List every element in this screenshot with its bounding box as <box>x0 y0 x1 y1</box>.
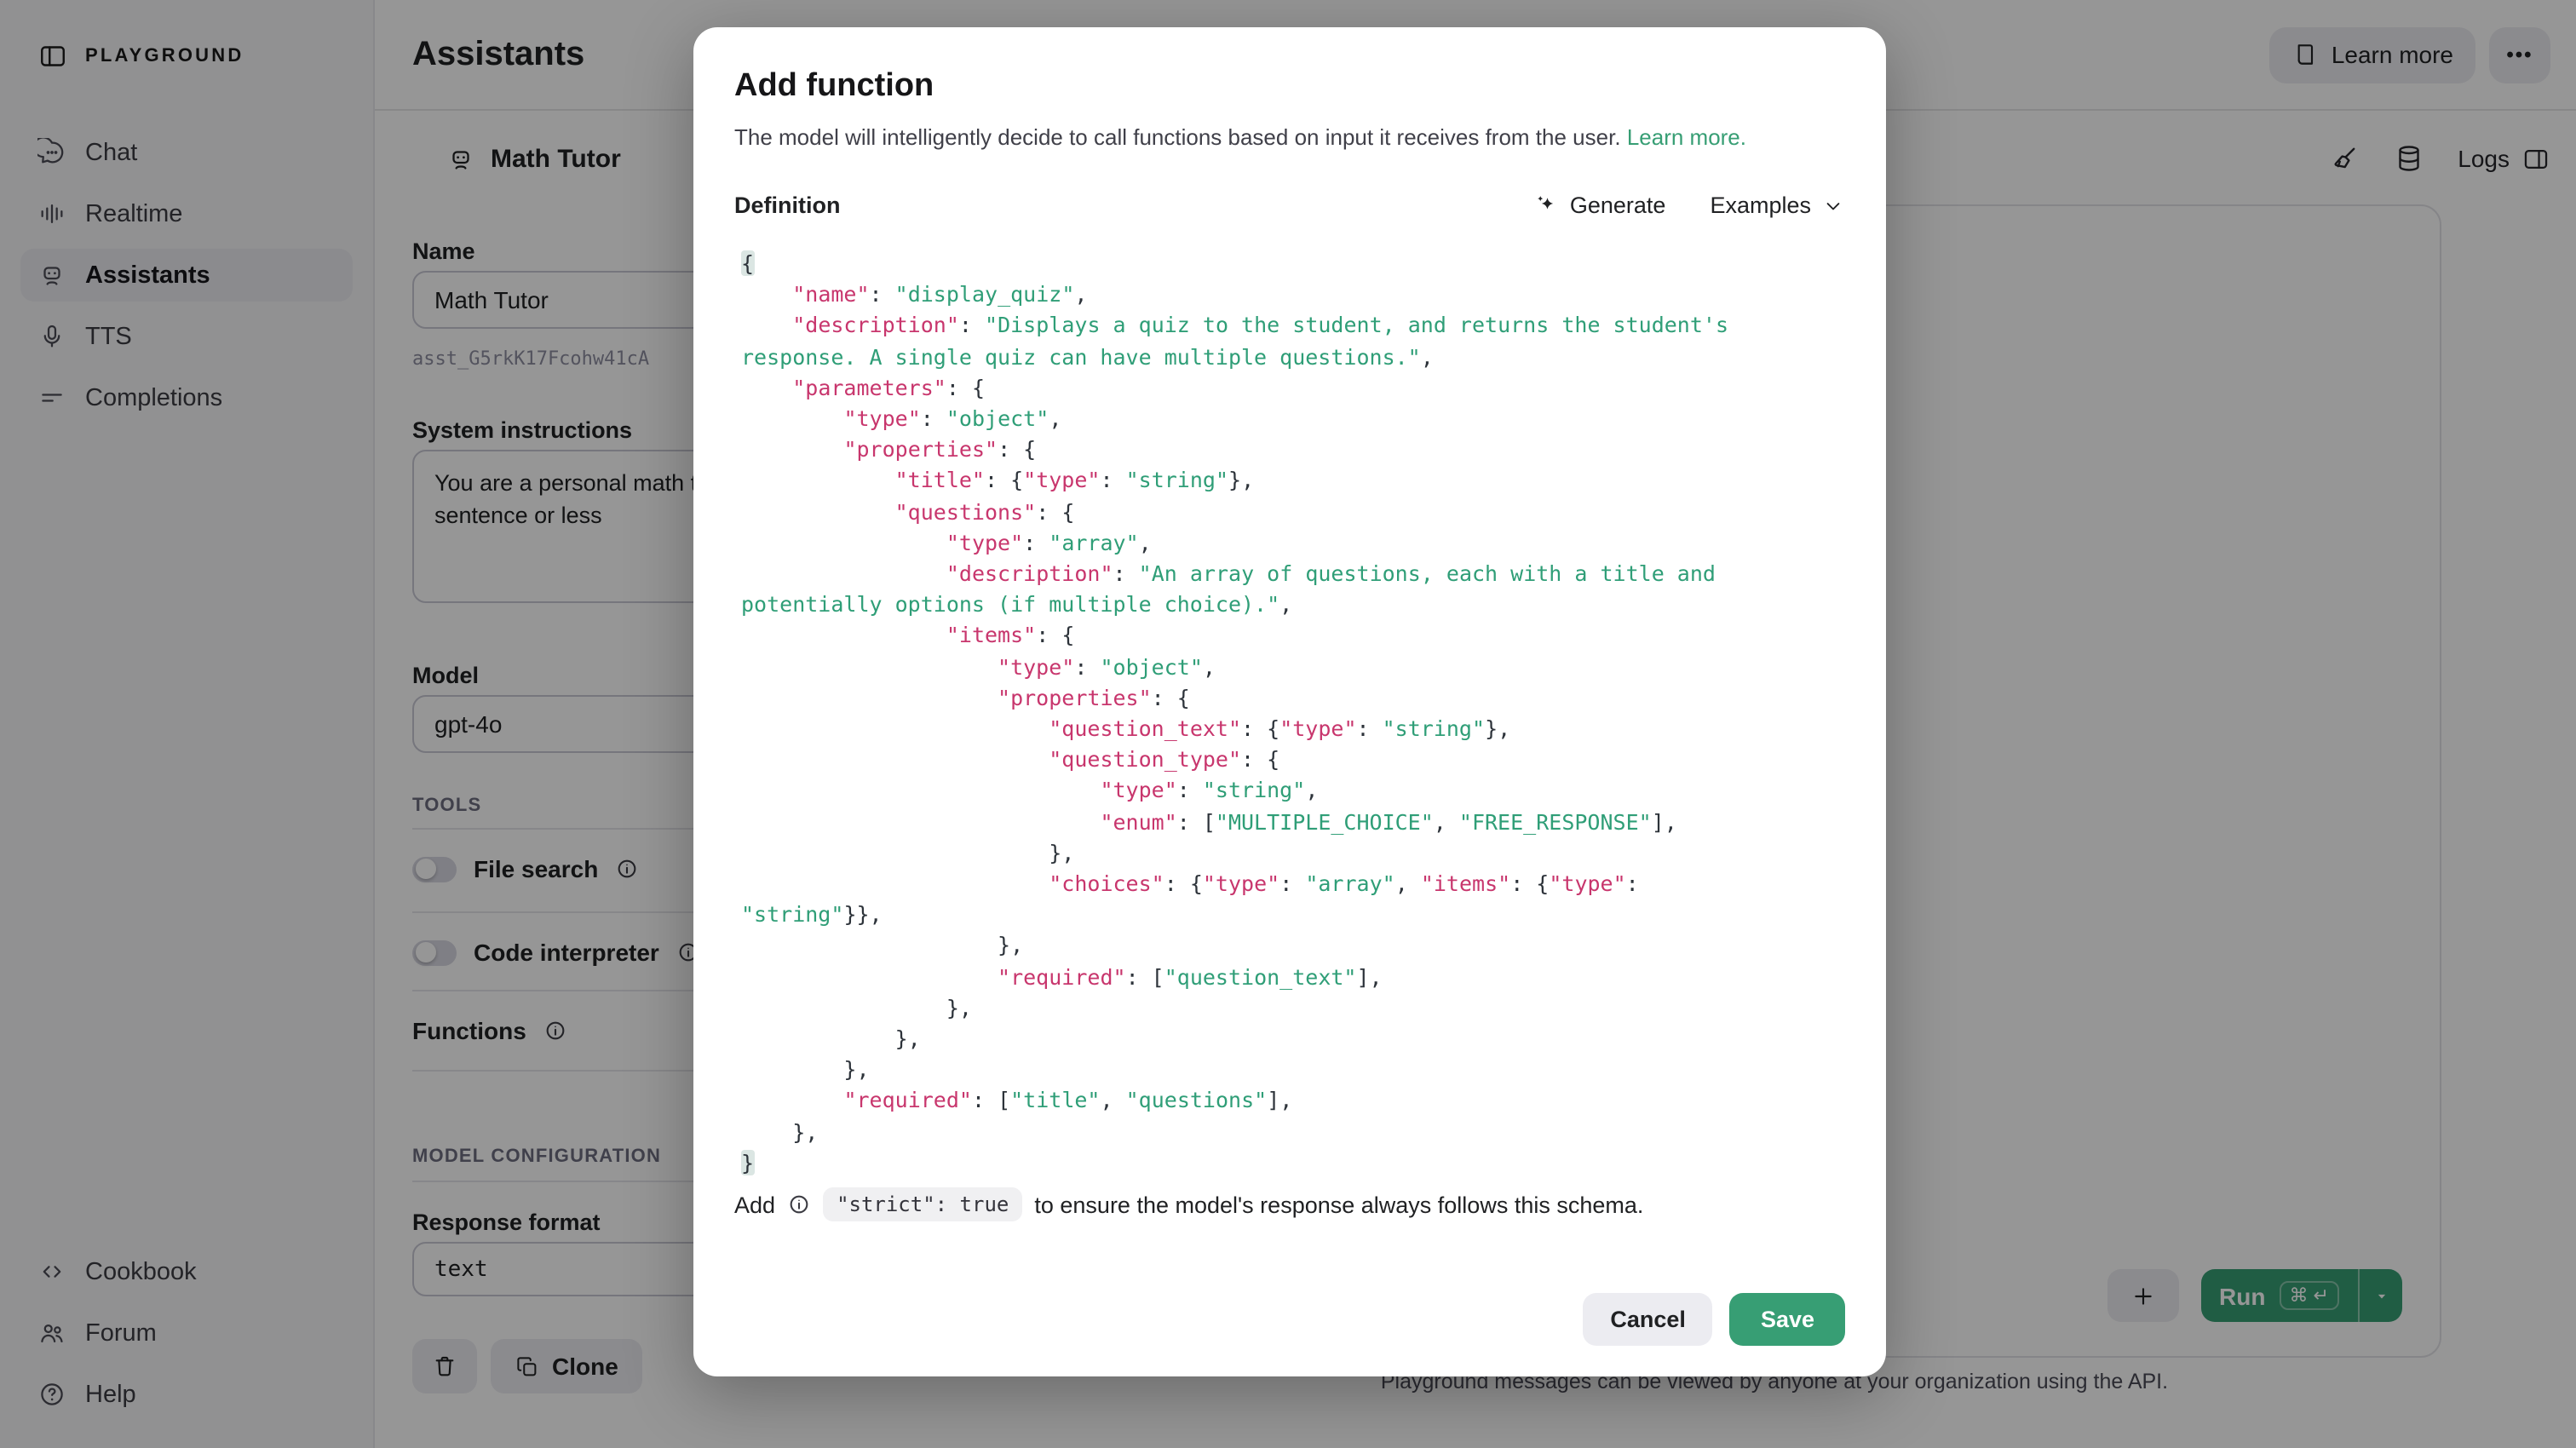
modal-description: The model will intelligently decide to c… <box>734 121 1845 155</box>
strict-code-chip: "strict": true <box>823 1187 1022 1221</box>
add-function-modal: Add function The model will intelligentl… <box>693 27 1886 1376</box>
strict-note: Add "strict": true to ensure the model's… <box>734 1187 1845 1221</box>
definition-actions: Generate Examples <box>1534 192 1845 218</box>
function-code[interactable]: { "name": "display_quiz", "description":… <box>741 249 1845 1179</box>
examples-label: Examples <box>1710 192 1811 218</box>
generate-label: Generate <box>1570 192 1666 218</box>
modal-footer: Cancel Save <box>1583 1293 1845 1346</box>
learn-more-link[interactable]: Learn more. <box>1627 124 1746 150</box>
examples-dropdown[interactable]: Examples <box>1710 192 1845 218</box>
definition-label: Definition <box>734 192 841 218</box>
generate-button[interactable]: Generate <box>1534 192 1666 218</box>
modal-description-text: The model will intelligently decide to c… <box>734 124 1621 150</box>
playground-app: PLAYGROUND Chat Realtime Assistants <box>0 0 2576 1448</box>
strict-note-prefix: Add <box>734 1192 775 1217</box>
info-icon[interactable] <box>787 1192 811 1216</box>
definition-row: Definition Generate Examples <box>734 192 1845 218</box>
sparkle-icon <box>1534 192 1560 218</box>
chevron-down-icon <box>1821 193 1845 217</box>
strict-note-suffix: to ensure the model's response always fo… <box>1034 1192 1643 1217</box>
save-button[interactable]: Save <box>1730 1293 1845 1346</box>
cancel-button[interactable]: Cancel <box>1583 1293 1713 1346</box>
modal-title: Add function <box>734 68 1845 106</box>
